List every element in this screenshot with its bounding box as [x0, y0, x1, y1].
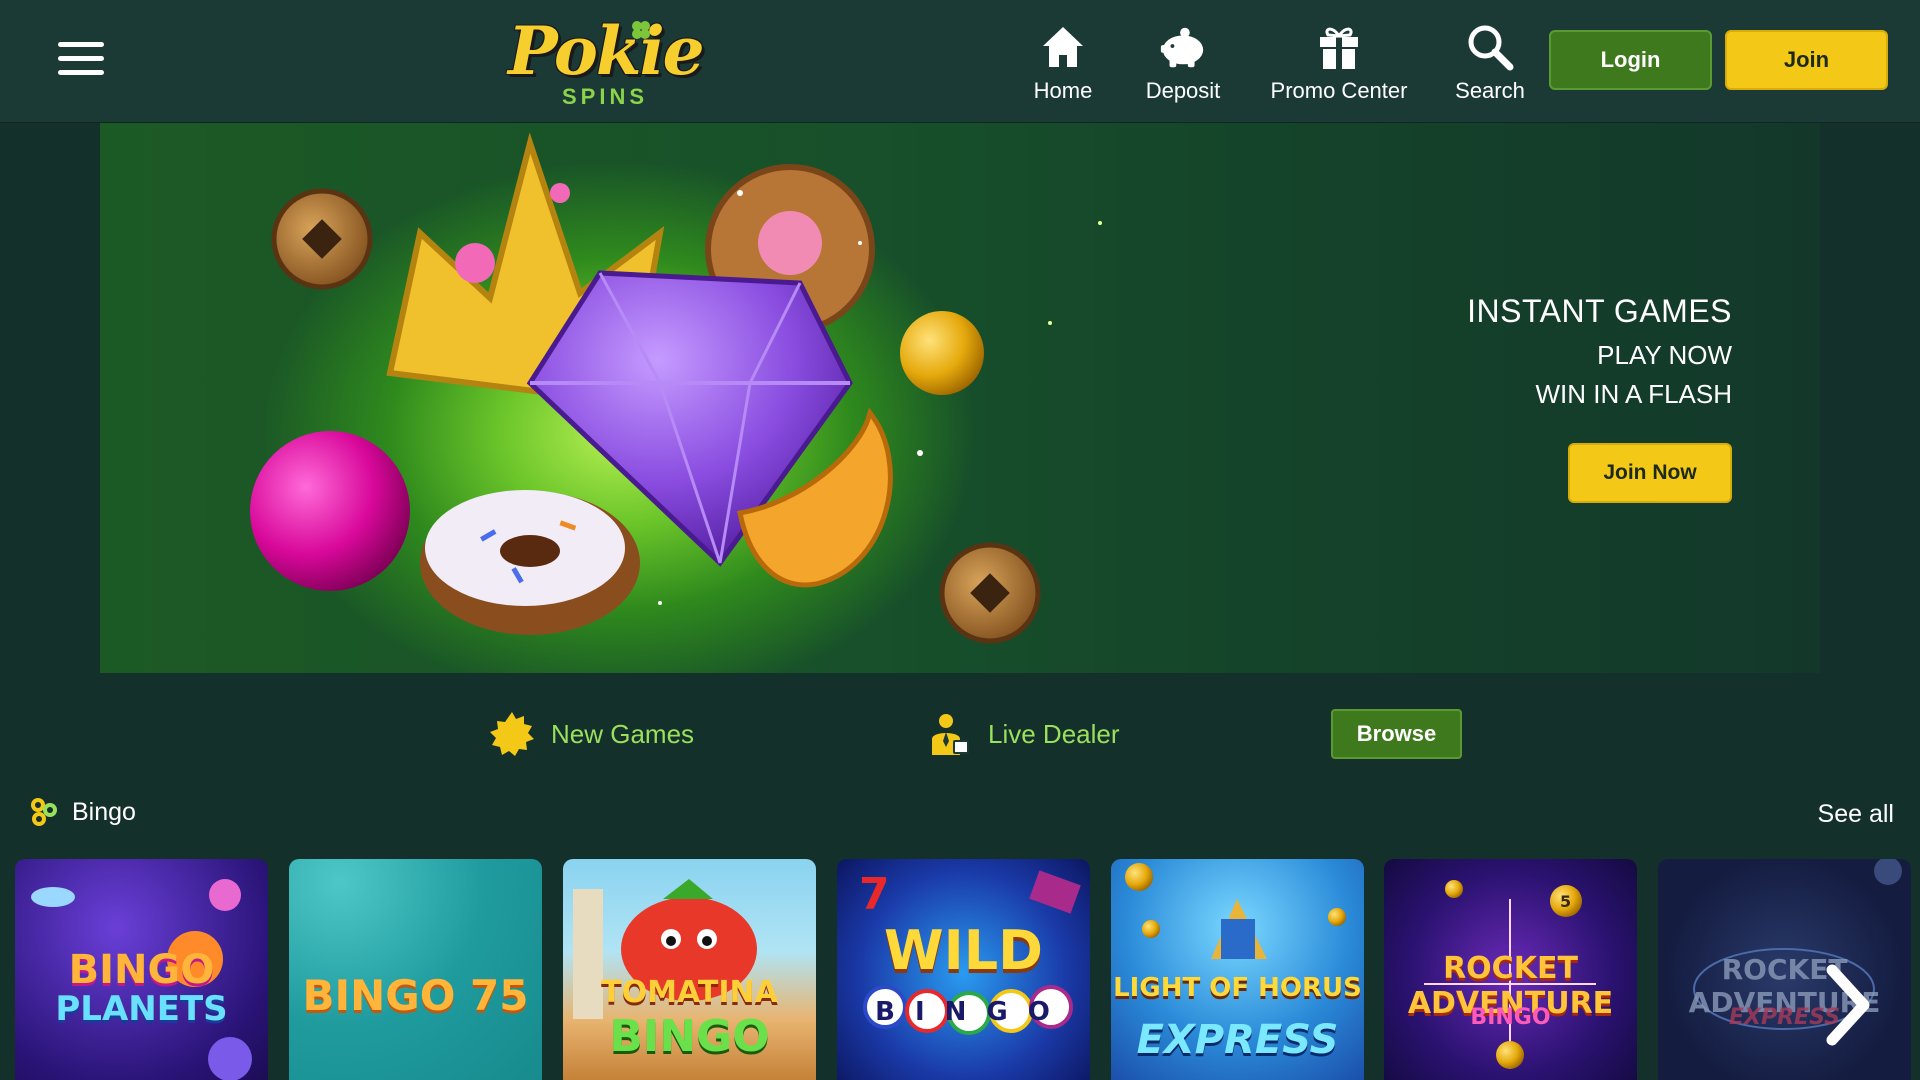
- logo-wordmark: Pokie: [508, 12, 705, 90]
- nav-search[interactable]: Search: [1450, 22, 1530, 108]
- tile-title-line1: BINGO 75: [302, 971, 529, 1020]
- hamburger-menu-icon[interactable]: [58, 40, 104, 78]
- nav-home-label: Home: [1033, 78, 1093, 103]
- banner-text-block: INSTANT GAMES PLAY NOW WIN IN A FLASH: [1467, 293, 1732, 410]
- svg-text:7: 7: [859, 869, 890, 920]
- game-tile-tomatina-bingo[interactable]: TOMATINA BINGO: [563, 859, 816, 1080]
- tile-title-line2: EXPRESS: [1136, 1017, 1339, 1063]
- login-button[interactable]: Login: [1549, 30, 1712, 90]
- nav-promo-center[interactable]: Promo Center: [1268, 22, 1410, 108]
- carousel-next-arrow-icon[interactable]: [1820, 960, 1876, 1050]
- bingo-balls-icon: [31, 798, 57, 826]
- clover-icon: [632, 21, 650, 39]
- hero-banner[interactable]: INSTANT GAMES PLAY NOW WIN IN A FLASH Jo…: [100, 123, 1820, 673]
- new-badge-icon: [490, 712, 534, 756]
- new-games-label: New Games: [551, 718, 695, 749]
- banner-illustration: [250, 132, 1102, 644]
- nav-deposit[interactable]: Deposit: [1138, 22, 1228, 108]
- tile-title-line2: BINGO: [875, 997, 1070, 1027]
- banner-line-win: WIN IN A FLASH: [1535, 379, 1733, 409]
- tile-title-line1: WILD: [884, 919, 1043, 982]
- svg-text:5: 5: [1560, 892, 1571, 911]
- search-icon: [1465, 22, 1515, 72]
- nav-search-label: Search: [1455, 78, 1525, 103]
- pokie-spins-logo[interactable]: Pokie SPINS: [508, 12, 705, 112]
- see-all-link[interactable]: See all: [1818, 800, 1894, 829]
- home-icon: [1038, 22, 1088, 72]
- tile-title-line2: BINGO: [1470, 1005, 1551, 1030]
- dealer-icon: [932, 714, 969, 755]
- new-games-link[interactable]: New Games: [489, 710, 694, 758]
- bingo-games-carousel: BINGO PLANETS BINGO 75 TOMATINA BINGO 7 …: [15, 859, 1920, 1080]
- game-tile-wild-bingo[interactable]: 7 WILD BINGO: [837, 859, 1090, 1080]
- nav-deposit-label: Deposit: [1145, 78, 1221, 103]
- tile-title-line1: TOMATINA: [601, 975, 778, 1010]
- game-tile-rocket-adventure-bingo[interactable]: 5 ROCKET ADVENTURE BINGO: [1384, 859, 1637, 1080]
- piggy-bank-icon: [1158, 22, 1208, 72]
- gift-icon: [1314, 22, 1364, 72]
- tile-title-line1: BINGO: [68, 947, 215, 993]
- game-tile-bingo-75[interactable]: BINGO 75: [289, 859, 542, 1080]
- logo-subtitle: SPINS: [562, 84, 649, 109]
- tile-title-line2: PLANETS: [55, 989, 228, 1029]
- live-dealer-label: Live Dealer: [988, 718, 1120, 749]
- tile-title-line1: LIGHT OF HORUS: [1113, 973, 1362, 1003]
- bingo-section-title: Bingo: [72, 797, 136, 826]
- game-tile-bingo-planets[interactable]: BINGO PLANETS: [15, 859, 268, 1080]
- join-now-button[interactable]: Join Now: [1568, 443, 1732, 503]
- bingo-section-header: Bingo: [28, 796, 136, 828]
- nav-promo-label: Promo Center: [1270, 78, 1408, 103]
- top-header: Pokie SPINS Home Deposit Promo Center Se…: [0, 0, 1920, 123]
- live-dealer-link[interactable]: Live Dealer: [926, 710, 1120, 758]
- join-button[interactable]: Join: [1725, 30, 1888, 90]
- banner-title: INSTANT GAMES: [1467, 293, 1732, 329]
- tile-title-line2: BINGO: [609, 1011, 770, 1062]
- banner-line-play-now: PLAY NOW: [1597, 340, 1732, 370]
- browse-button[interactable]: Browse: [1331, 709, 1462, 759]
- nav-home[interactable]: Home: [1023, 22, 1103, 108]
- game-tile-light-of-horus[interactable]: LIGHT OF HORUS EXPRESS: [1111, 859, 1364, 1080]
